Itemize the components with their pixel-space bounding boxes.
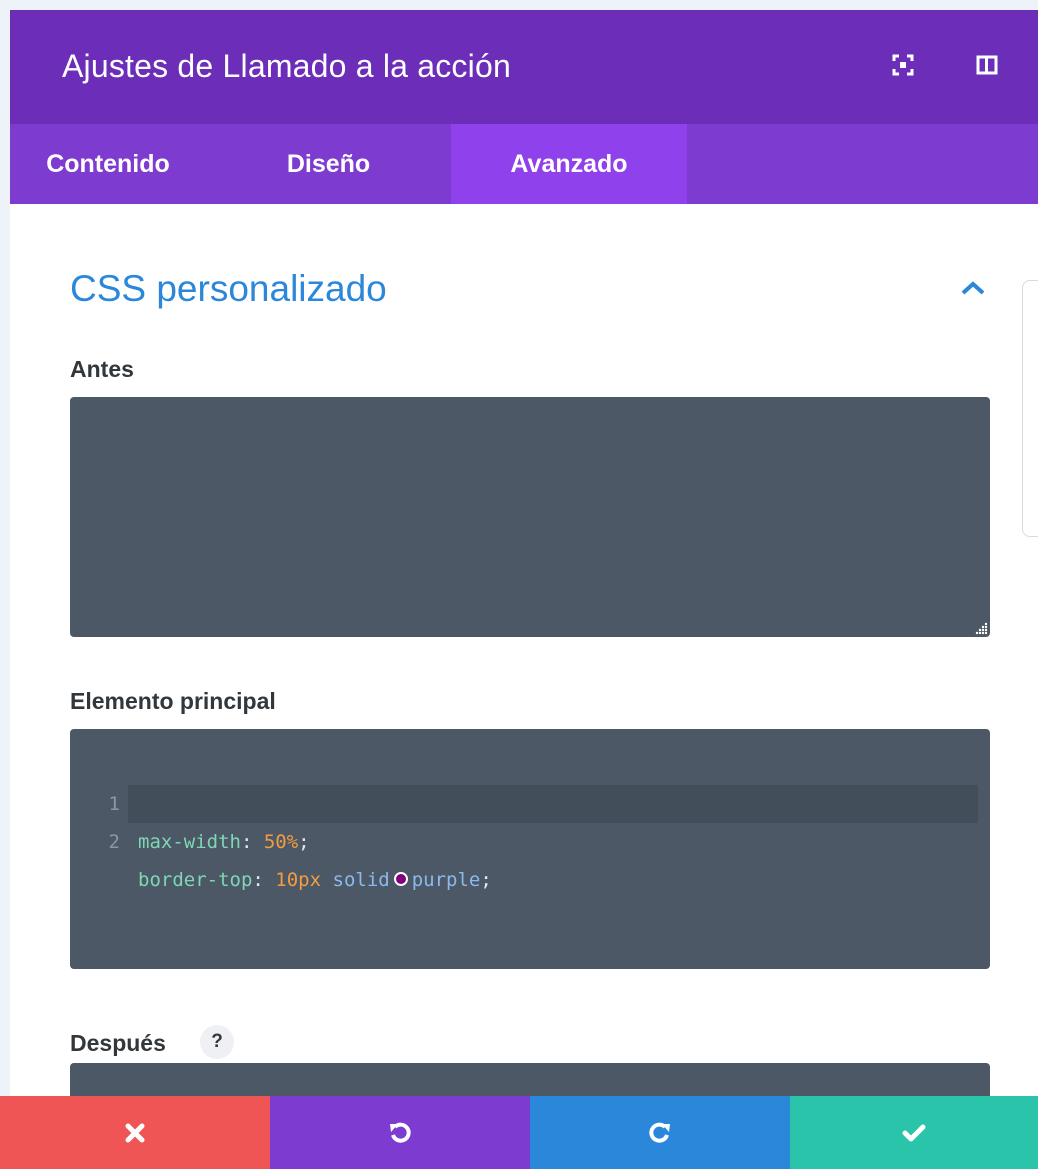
- modal-footer: [0, 1096, 1038, 1169]
- css-value-keyword: solid: [332, 869, 390, 891]
- modal-header: Ajustes de Llamado a la acción: [10, 10, 1038, 124]
- help-icon[interactable]: ?: [200, 1025, 234, 1059]
- save-button[interactable]: [790, 1096, 1038, 1169]
- chevron-up-icon[interactable]: [958, 278, 988, 298]
- css-semicolon: ;: [298, 831, 310, 853]
- code-line: 1 max-width: 50%;: [70, 747, 978, 853]
- field-label-despues: Después: [70, 1030, 166, 1056]
- line-number: 2: [108, 831, 120, 853]
- field-label-elemento-principal: Elemento principal: [70, 688, 276, 714]
- close-icon: [125, 1123, 145, 1142]
- css-value-color: purple: [411, 869, 481, 891]
- css-main-element-editor[interactable]: 1 max-width: 50%; 2 border-top: 10px sol…: [70, 729, 990, 969]
- section-title[interactable]: CSS personalizado: [70, 268, 387, 310]
- tab-bar: Contenido Diseño Avanzado: [10, 124, 1038, 204]
- css-semicolon: ;: [480, 869, 492, 891]
- sidebar-layout-icon[interactable]: [976, 54, 998, 76]
- css-colon: :: [240, 831, 264, 853]
- css-colon: :: [252, 869, 276, 891]
- css-value-number: 10px: [275, 869, 322, 891]
- fullscreen-icon[interactable]: [892, 54, 914, 76]
- modal-title: Ajustes de Llamado a la acción: [62, 48, 511, 84]
- checkmark-icon: [902, 1124, 926, 1141]
- tab-contenido[interactable]: Contenido: [10, 124, 206, 204]
- redo-icon: [649, 1122, 670, 1143]
- redo-button[interactable]: [530, 1096, 790, 1169]
- css-property: max-width: [138, 831, 241, 853]
- color-swatch[interactable]: [393, 872, 408, 886]
- code-line: 2 border-top: 10px solid purple;: [70, 785, 978, 891]
- discard-button[interactable]: [0, 1096, 270, 1169]
- tab-avanzado[interactable]: Avanzado: [451, 124, 687, 204]
- undo-icon: [390, 1122, 411, 1143]
- css-property: border-top: [138, 869, 253, 891]
- css-before-editor[interactable]: [70, 397, 990, 637]
- scrollbar-thumb[interactable]: [1022, 280, 1038, 537]
- undo-button[interactable]: [270, 1096, 530, 1169]
- resize-handle-icon[interactable]: [974, 621, 988, 635]
- field-label-antes: Antes: [70, 356, 134, 382]
- settings-modal: Ajustes de Llamado a la acción Contenido…: [10, 10, 1038, 1169]
- css-value: 50%: [263, 831, 299, 853]
- tab-diseno[interactable]: Diseño: [206, 124, 451, 204]
